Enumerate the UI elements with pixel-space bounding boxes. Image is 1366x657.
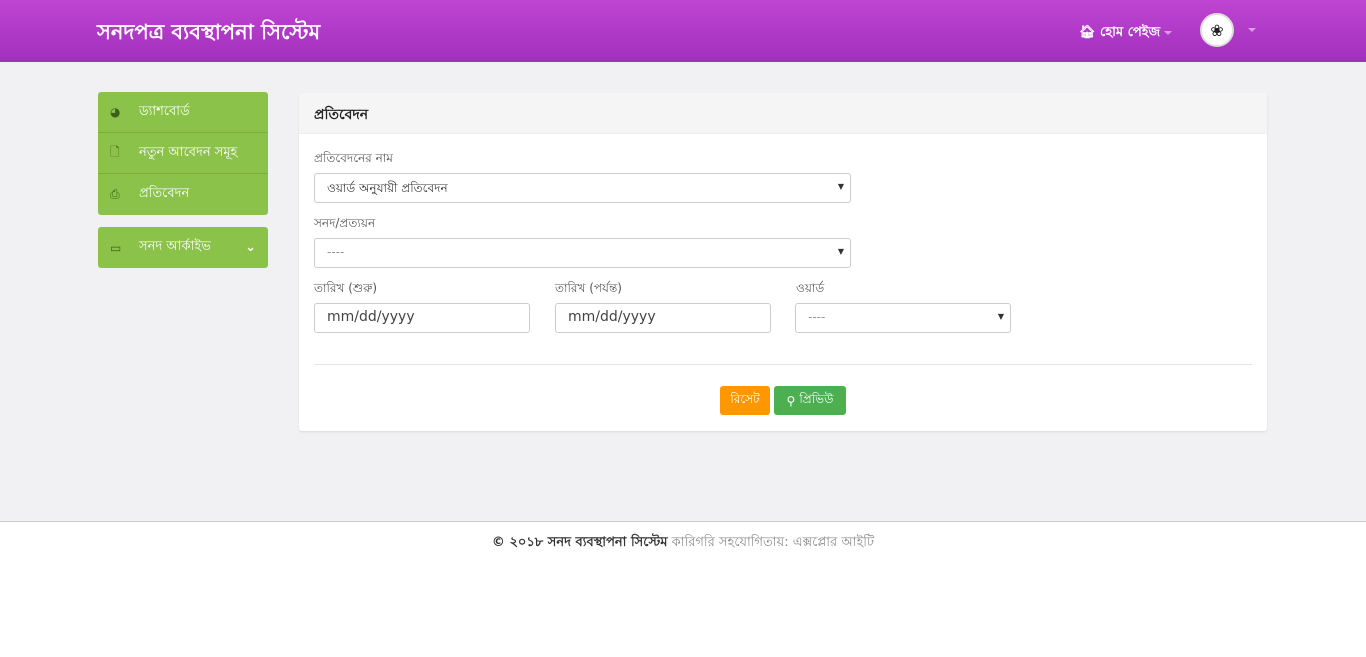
inbox-icon: ▭ bbox=[110, 240, 122, 255]
dashboard-icon: ◕ bbox=[110, 105, 121, 119]
emblem-icon: ❀ bbox=[1210, 20, 1224, 40]
ward-label: ওয়ার্ড bbox=[796, 281, 825, 295]
date-to-label: তারিখ (পর্যন্ত) bbox=[555, 281, 622, 295]
footer: © ২০১৮ সনদ ব্যবস্থাপনা সিস্টেম কারিগরি স… bbox=[491, 535, 875, 550]
certificate-select[interactable]: ---- bbox=[314, 238, 851, 268]
top-navbar: সনদপত্র ব্যবস্থাপনা সিস্টেম 🏠︎ হোম পেইজ … bbox=[0, 0, 1366, 62]
sidebar-item-new-applications[interactable]: 🗋 নতুন আবেদন সমূহ bbox=[98, 133, 268, 174]
home-link[interactable]: 🏠︎ হোম পেইজ bbox=[1079, 23, 1173, 44]
print-icon: ⎙ bbox=[110, 187, 120, 201]
caret-icon bbox=[1164, 30, 1173, 35]
panel-title: প্রতিবেদন bbox=[299, 93, 1267, 134]
reset-button[interactable]: রিসেট bbox=[720, 386, 770, 415]
preview-button[interactable]: ⚲ প্রিভিউ bbox=[774, 386, 846, 415]
chevron-down-icon: ⌄ bbox=[245, 240, 256, 255]
report-name-select[interactable]: ওয়ার্ড অনুযায়ী প্রতিবেদন bbox=[314, 173, 851, 203]
report-name-label: প্রতিবেদনের নাম bbox=[314, 151, 393, 165]
sidebar-menu: ◕ ড্যাশবোর্ড 🗋 নতুন আবেদন সমূহ ⎙ প্রতিবেদন bbox=[98, 92, 268, 215]
divider bbox=[314, 364, 1252, 365]
home-icon: 🏠︎ bbox=[1079, 25, 1096, 40]
report-panel: প্রতিবেদন প্রতিবেদনের নাম ওয়ার্ড অনুযায… bbox=[299, 93, 1267, 431]
app-title[interactable]: সনদপত্র ব্যবস্থাপনা সিস্টেম bbox=[97, 16, 320, 51]
sidebar-item-dashboard[interactable]: ◕ ড্যাশবোর্ড bbox=[98, 92, 268, 133]
avatar[interactable]: ❀ bbox=[1200, 13, 1234, 47]
sidebar-item-reports[interactable]: ⎙ প্রতিবেদন bbox=[98, 174, 268, 215]
file-icon: 🗋 bbox=[110, 144, 120, 159]
content-area: ◕ ড্যাশবোর্ড 🗋 নতুন আবেদন সমূহ ⎙ প্রতিবেদন … bbox=[0, 62, 1366, 522]
search-icon: ⚲ bbox=[786, 393, 796, 408]
sidebar-archive[interactable]: ▭ সনদ আর্কাইভ ⌄ bbox=[98, 227, 268, 268]
user-menu-caret-icon[interactable] bbox=[1248, 28, 1256, 32]
date-from-input[interactable]: mm/dd/yyyy bbox=[314, 303, 530, 333]
ward-select[interactable]: ---- bbox=[795, 303, 1011, 333]
date-from-label: তারিখ (শুরু) bbox=[314, 281, 378, 295]
certificate-label: সনদ/প্রত্যয়ন bbox=[314, 216, 376, 230]
date-to-input[interactable]: mm/dd/yyyy bbox=[555, 303, 771, 333]
